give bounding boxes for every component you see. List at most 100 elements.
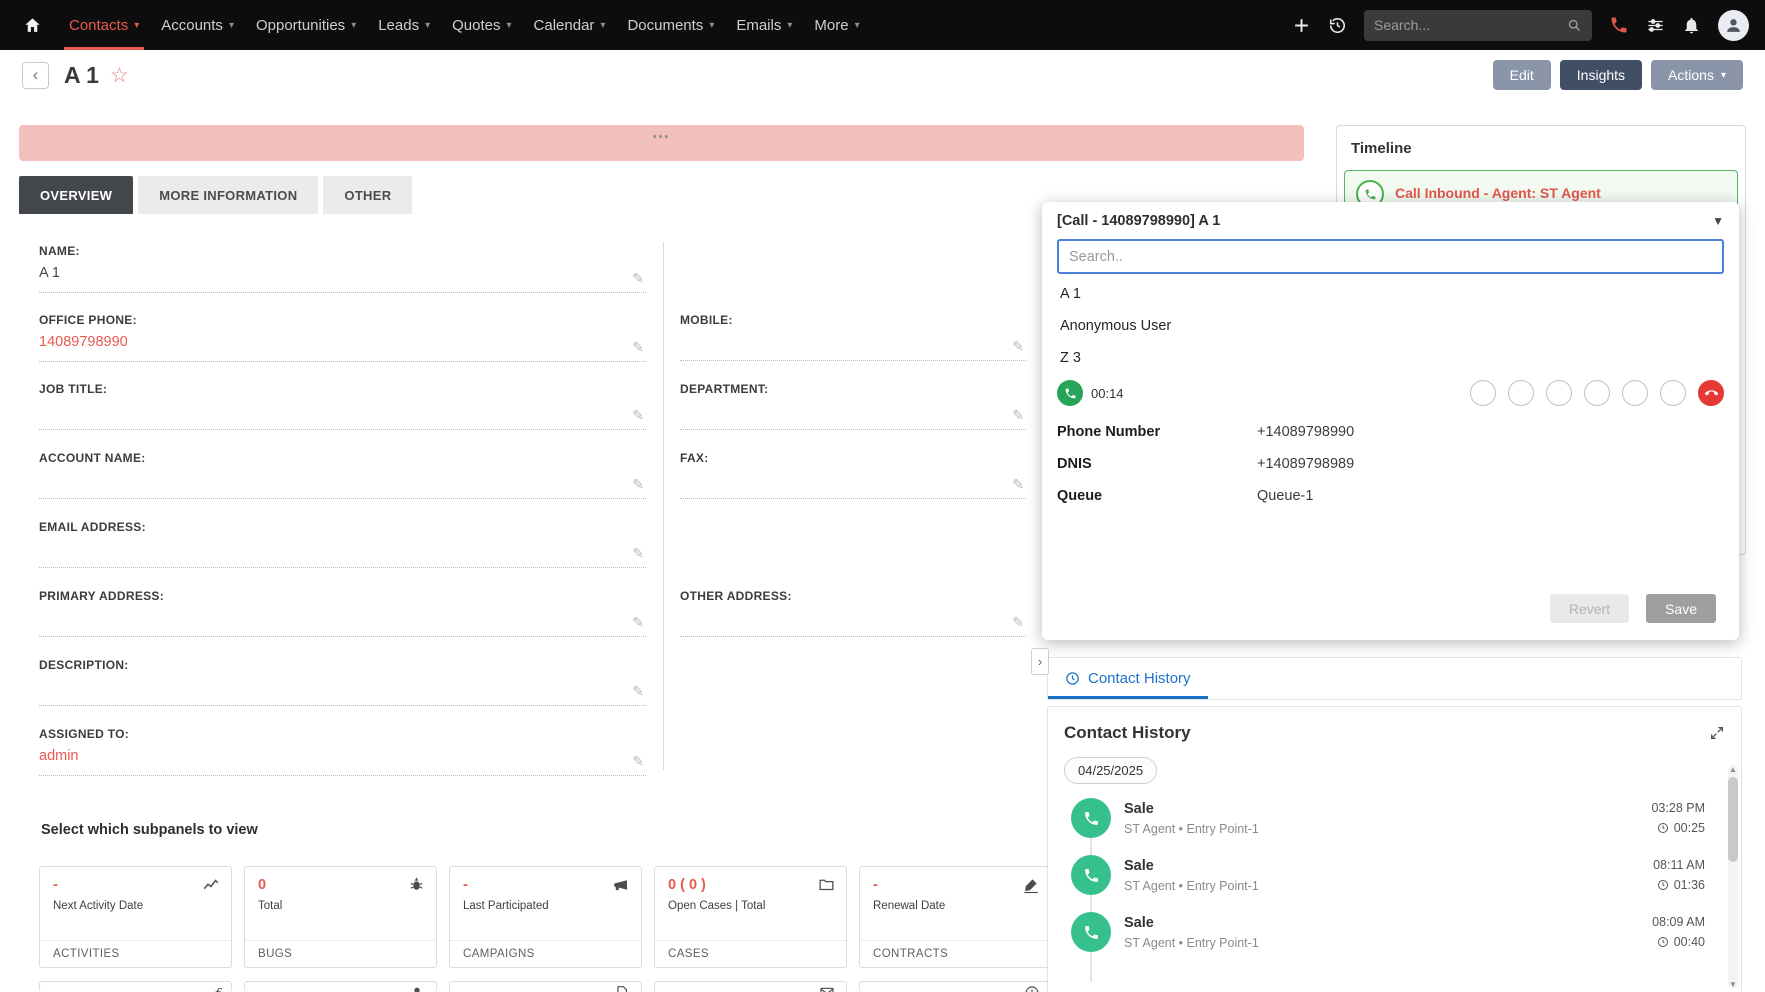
global-search-input[interactable] — [1374, 17, 1561, 33]
user-avatar[interactable] — [1718, 10, 1749, 41]
edit-pencil-icon[interactable]: ✎ — [632, 408, 644, 422]
edit-pencil-icon[interactable]: ✎ — [632, 340, 644, 354]
edit-pencil-icon[interactable]: ✎ — [632, 754, 644, 768]
nav-item-documents[interactable]: Documents ▾ — [616, 0, 725, 50]
back-button[interactable]: ‹ — [22, 62, 49, 89]
panel-collapse-handle[interactable]: › — [1031, 648, 1049, 675]
edit-pencil-icon[interactable]: ✎ — [632, 615, 644, 629]
header-actions: Edit Insights Actions ▾ — [1493, 60, 1743, 90]
actions-button[interactable]: Actions ▾ — [1651, 60, 1743, 90]
nav-item-emails[interactable]: Emails ▾ — [725, 0, 803, 50]
collapse-dots-icon[interactable]: ••• — [653, 131, 671, 143]
insights-button[interactable]: Insights — [1560, 60, 1642, 90]
signature-pen-icon — [1022, 876, 1040, 894]
line-chart-icon — [202, 876, 220, 894]
nav-item-leads[interactable]: Leads ▾ — [367, 0, 441, 50]
revert-button[interactable]: Revert — [1550, 594, 1629, 623]
subpanel-card-activities[interactable]: - Next Activity Date ACTIVITIES — [39, 866, 232, 968]
tab-overview[interactable]: OVERVIEW — [19, 176, 133, 214]
fields-column-right: MOBILE: ✎ DEPARTMENT: ✎ FAX: ✎ — [680, 238, 1026, 652]
call-control-button[interactable] — [1470, 380, 1496, 406]
assigned-user-link[interactable]: admin — [39, 748, 79, 764]
duration-value: 00:25 — [1674, 821, 1705, 835]
field-value-row: ✎ — [680, 603, 1026, 637]
tab-contact-history[interactable]: Contact History — [1048, 658, 1208, 699]
entry-main: Sale ST Agent • Entry Point-1 — [1124, 798, 1259, 836]
scroll-up-arrow-icon[interactable]: ▲ — [1728, 765, 1738, 774]
save-button[interactable]: Save — [1646, 594, 1716, 623]
subpanel-card-partial[interactable] — [449, 981, 642, 992]
nav-item-contacts[interactable]: Contacts ▾ — [58, 0, 150, 50]
edit-pencil-icon[interactable]: ✎ — [1012, 408, 1024, 422]
field-value-row: ✎ — [39, 672, 646, 706]
subpanel-card-partial[interactable] — [244, 981, 437, 992]
tab-other[interactable]: OTHER — [323, 176, 412, 214]
nav-item-more[interactable]: More ▾ — [803, 0, 870, 50]
home-icon[interactable] — [16, 0, 48, 50]
subpanel-card-campaigns[interactable]: - Last Participated CAMPAIGNS — [449, 866, 642, 968]
call-control-button[interactable] — [1584, 380, 1610, 406]
contact-search-input[interactable] — [1057, 239, 1724, 274]
phone-link[interactable]: 14089798990 — [39, 334, 128, 350]
field-label: OFFICE PHONE: — [39, 313, 646, 327]
nav-item-calendar[interactable]: Calendar ▾ — [523, 0, 617, 50]
contact-option[interactable]: Anonymous User — [1057, 310, 1724, 342]
scrollbar-thumb[interactable] — [1728, 777, 1738, 862]
chevron-right-icon: › — [1038, 654, 1042, 669]
field-value-row: ✎ — [680, 396, 1026, 430]
call-control-button[interactable] — [1546, 380, 1572, 406]
softphone-icon[interactable] — [1609, 15, 1629, 35]
edit-pencil-icon[interactable]: ✎ — [1012, 615, 1024, 629]
dropdown-caret-icon[interactable]: ▼ — [1712, 214, 1724, 228]
nav-item-label: Calendar — [534, 17, 595, 34]
edit-pencil-icon[interactable]: ✎ — [632, 684, 644, 698]
end-call-button[interactable] — [1698, 380, 1724, 406]
history-entry[interactable]: Sale ST Agent • Entry Point-1 08:09 AM 0… — [1064, 912, 1741, 952]
field-value: Queue-1 — [1257, 488, 1313, 504]
field-label: ACCOUNT NAME: — [39, 451, 646, 465]
field-label: FAX: — [680, 451, 1026, 465]
subpanel-card-partial[interactable] — [859, 981, 1052, 992]
contact-option[interactable]: Z 3 — [1057, 342, 1724, 374]
history-icon[interactable] — [1328, 16, 1347, 35]
subpanel-cards-row: - Next Activity Date ACTIVITIES 0 Total … — [39, 866, 1052, 968]
edit-pencil-icon[interactable]: ✎ — [632, 546, 644, 560]
scroll-down-arrow-icon[interactable]: ▼ — [1728, 980, 1738, 989]
history-entry[interactable]: Sale ST Agent • Entry Point-1 08:11 AM 0… — [1064, 855, 1741, 895]
call-contact-selector[interactable]: [Call - 14089798990] A 1 ▼ — [1057, 213, 1724, 229]
subpanel-card-contracts[interactable]: - Renewal Date CONTRACTS — [859, 866, 1052, 968]
subpanel-card-cases[interactable]: 0 ( 0 ) Open Cases | Total CASES — [654, 866, 847, 968]
settings-sliders-icon[interactable] — [1646, 16, 1665, 35]
favorite-star-icon[interactable]: ☆ — [110, 65, 129, 86]
call-phone-icon — [1071, 912, 1111, 952]
history-entry[interactable]: Sale ST Agent • Entry Point-1 03:28 PM 0… — [1064, 798, 1741, 838]
nav-item-accounts[interactable]: Accounts ▾ — [150, 0, 245, 50]
subpanel-card-partial[interactable]: ƒ — [39, 981, 232, 992]
record-tabs: OVERVIEW MORE INFORMATION OTHER — [19, 176, 412, 214]
search-icon[interactable] — [1567, 18, 1582, 33]
call-phone-icon — [1071, 798, 1111, 838]
notifications-bell-icon[interactable] — [1682, 16, 1701, 35]
contact-options-list: A 1 Anonymous User Z 3 — [1057, 278, 1724, 374]
expand-icon[interactable] — [1709, 725, 1725, 741]
edit-button[interactable]: Edit — [1493, 60, 1551, 90]
call-control-button[interactable] — [1622, 380, 1648, 406]
tab-more-information[interactable]: MORE INFORMATION — [138, 176, 318, 214]
nav-item-quotes[interactable]: Quotes ▾ — [441, 0, 522, 50]
subpanel-card-bugs[interactable]: 0 Total BUGS — [244, 866, 437, 968]
nav-item-opportunities[interactable]: Opportunities ▾ — [245, 0, 367, 50]
quick-create-plus-icon[interactable] — [1292, 16, 1311, 35]
nav-item-label: Documents — [627, 17, 703, 34]
edit-pencil-icon[interactable]: ✎ — [632, 477, 644, 491]
subpanel-card-partial[interactable] — [654, 981, 847, 992]
call-control-button[interactable] — [1660, 380, 1686, 406]
contact-option[interactable]: A 1 — [1057, 278, 1724, 310]
edit-pencil-icon[interactable]: ✎ — [632, 271, 644, 285]
nav-item-label: Contacts — [69, 17, 128, 34]
edit-pencil-icon[interactable]: ✎ — [1012, 477, 1024, 491]
entry-main: Sale ST Agent • Entry Point-1 — [1124, 912, 1259, 950]
edit-pencil-icon[interactable]: ✎ — [1012, 339, 1024, 353]
notification-banner: ••• — [19, 125, 1304, 161]
call-control-button[interactable] — [1508, 380, 1534, 406]
call-control-buttons — [1470, 380, 1724, 406]
